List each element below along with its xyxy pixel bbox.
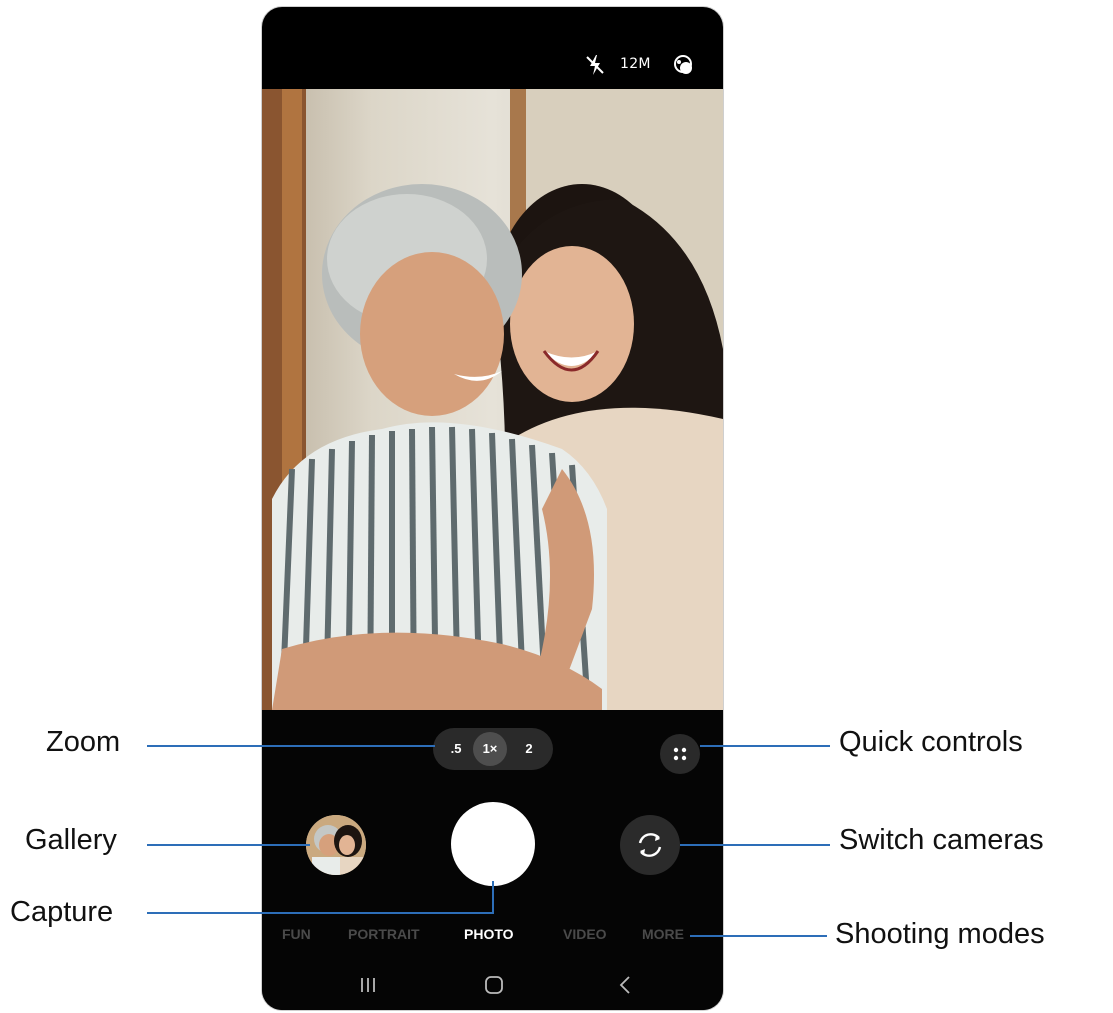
callout-line-shooting-modes [690, 935, 827, 937]
callout-gallery: Gallery [25, 824, 117, 856]
gallery-preview-image [306, 815, 366, 875]
callout-vline-capture [492, 881, 494, 914]
gallery-thumbnail[interactable] [306, 815, 366, 875]
zoom-option-1x[interactable]: 1× [473, 732, 507, 766]
viewfinder-image [262, 89, 723, 710]
system-nav-bar [262, 968, 723, 1008]
grid-dots-icon [673, 747, 687, 761]
mode-portrait[interactable]: PORTRAIT [348, 926, 420, 942]
flash-off-icon[interactable] [584, 53, 606, 77]
quick-controls-button[interactable] [660, 734, 700, 774]
callout-zoom: Zoom [46, 726, 121, 758]
mode-video[interactable]: VIDEO [563, 926, 607, 942]
mode-photo[interactable]: PHOTO [464, 926, 514, 942]
camera-viewfinder[interactable] [262, 89, 723, 710]
mode-fun[interactable]: FUN [282, 926, 311, 942]
phone-screen: 12M .5 1× 2 FUN PORTRAIT PHOTO VIDEO MOR… [262, 7, 723, 1010]
camera-top-bar: 12M [262, 7, 723, 89]
filter-icon[interactable] [670, 53, 696, 77]
callout-shooting-modes: Shooting modes [835, 918, 1045, 950]
back-icon[interactable] [615, 974, 637, 996]
callout-quick-controls: Quick controls [839, 726, 1023, 758]
callout-capture: Capture [10, 896, 114, 928]
resolution-label[interactable]: 12M [620, 56, 651, 72]
callout-line-zoom [147, 745, 435, 747]
shooting-modes-bar: FUN PORTRAIT PHOTO VIDEO MORE [262, 926, 723, 950]
mode-more[interactable]: MORE [642, 926, 684, 942]
callout-switch-cameras: Switch cameras [839, 824, 1044, 856]
callout-line-gallery [147, 844, 310, 846]
callout-line-switch-cameras [680, 844, 830, 846]
zoom-option-0-5[interactable]: .5 [437, 728, 475, 770]
camera-controls: .5 1× 2 FUN PORTRAIT PHOTO VIDEO MORE [262, 710, 723, 1010]
callout-line-capture [147, 912, 494, 914]
callout-line-quick-controls [700, 745, 830, 747]
rotate-camera-icon [638, 833, 662, 857]
switch-cameras-button[interactable] [620, 815, 680, 875]
home-icon[interactable] [483, 974, 505, 996]
zoom-selector: .5 1× 2 [433, 728, 553, 770]
zoom-option-2[interactable]: 2 [511, 728, 547, 770]
recents-icon[interactable] [357, 974, 379, 996]
capture-button[interactable] [451, 802, 535, 886]
